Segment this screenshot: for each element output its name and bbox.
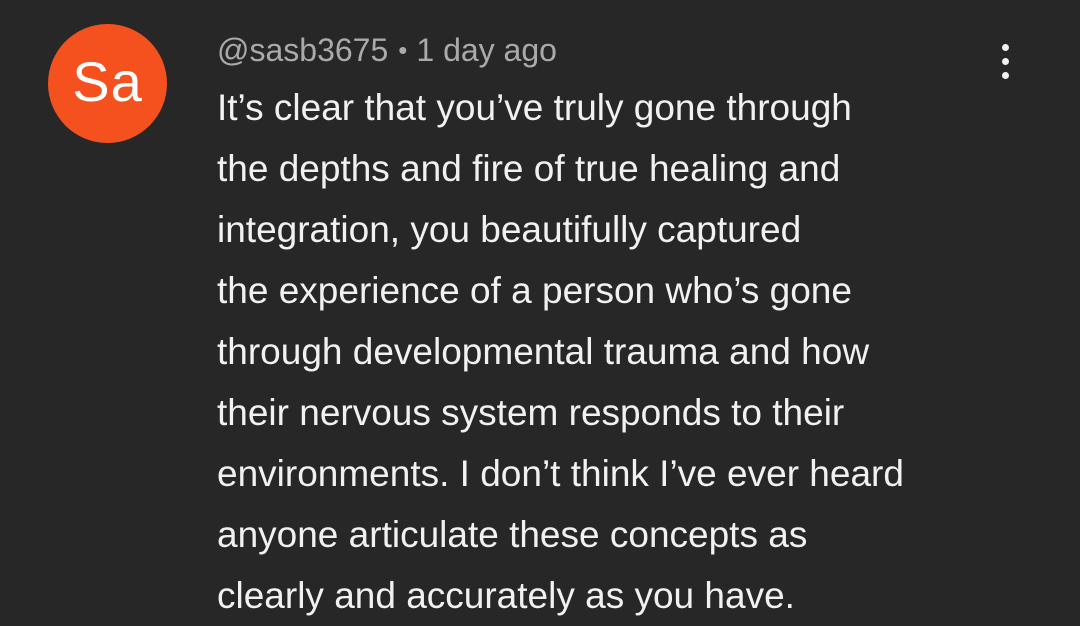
- comment-text-line: the experience of a person who’s gone: [217, 270, 852, 311]
- more-vertical-icon-dot: [1001, 57, 1009, 65]
- more-vertical-icon: [1001, 43, 1009, 51]
- comment-text-line: environments. I don’t think I’ve ever he…: [217, 453, 904, 494]
- comment-text-line: their nervous system responds to their: [217, 392, 845, 433]
- comment-text-line: clearly and accurately as you have.: [217, 575, 795, 616]
- comment-thread-item: Sa @sasb3675 • 1 day ago It’s clear that…: [0, 0, 1080, 626]
- comment-text-line: through developmental trauma and how: [217, 331, 870, 372]
- comment-text: It’s clear that you’ve truly gone throug…: [217, 77, 1017, 626]
- avatar[interactable]: Sa: [48, 24, 167, 143]
- comment-text-line: It’s clear that you’ve truly gone throug…: [217, 87, 852, 128]
- comment-text-line: anyone articulate these concepts as: [217, 514, 808, 555]
- comment-text-line: integration, you beautifully captured: [217, 209, 802, 250]
- avatar-initials: Sa: [72, 49, 143, 113]
- comment-header: @sasb3675 • 1 day ago: [217, 28, 557, 72]
- author-handle[interactable]: @sasb3675: [217, 28, 388, 72]
- comment-text-line: the depths and fire of true healing and: [217, 148, 841, 189]
- separator-dot: •: [398, 35, 408, 65]
- comment-timestamp: 1 day ago: [416, 32, 557, 68]
